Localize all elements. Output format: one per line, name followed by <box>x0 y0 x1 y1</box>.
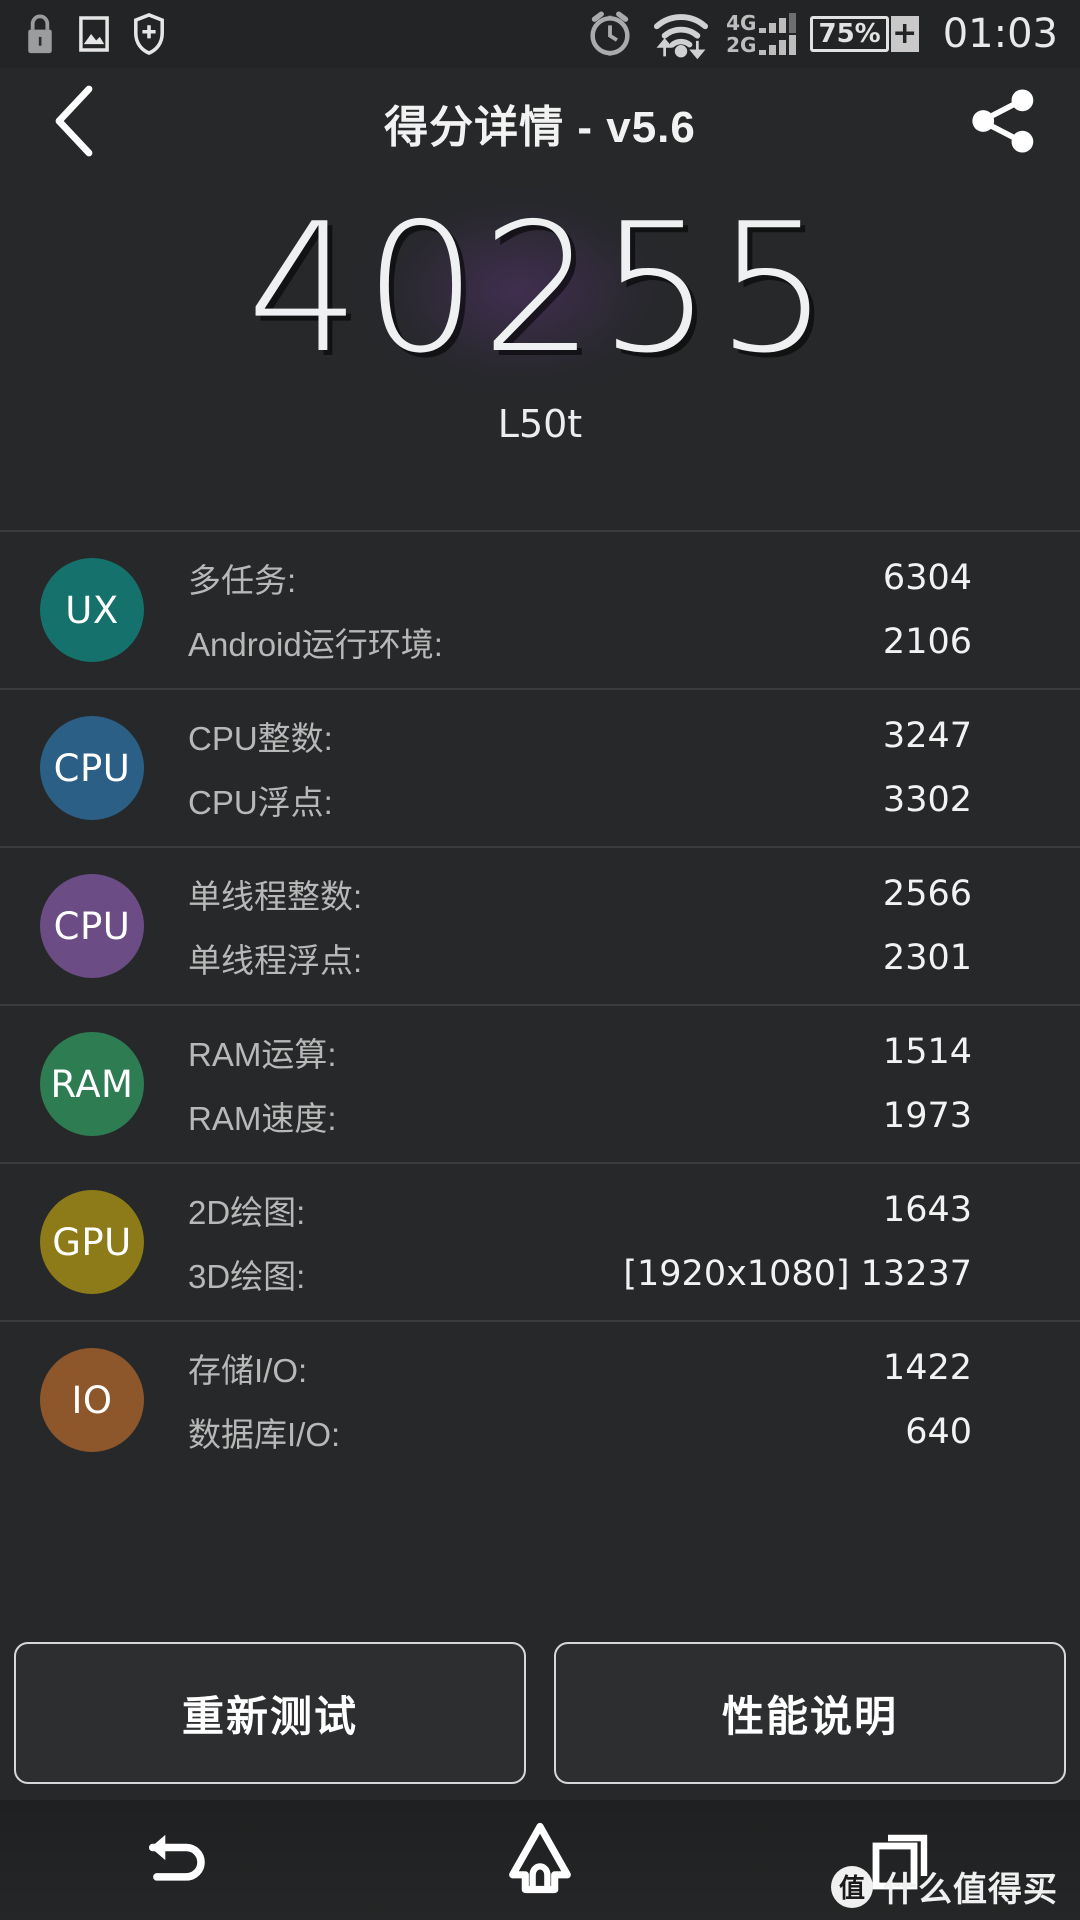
result-group-cpu-single[interactable]: CPU 单线程整数: 2566 单线程浮点: 2301 <box>0 846 1080 1004</box>
result-value: 640 <box>905 1412 972 1452</box>
watermark-text: 什么值得买 <box>883 1871 1058 1909</box>
result-label: Android运行环境: <box>188 626 443 663</box>
battery-charging-icon: + <box>890 16 919 52</box>
signal-row-4g: 4G <box>726 11 797 35</box>
image-icon <box>78 12 110 56</box>
nav-back-icon <box>138 1816 222 1905</box>
result-row: 2D绘图: 1643 <box>188 1178 1030 1242</box>
result-label: 数据库I/O: <box>188 1416 341 1453</box>
battery-indicator: 75% + <box>810 16 919 52</box>
result-label: CPU浮点: <box>188 784 333 821</box>
result-row: 3D绘图: [1920x1080] 13237 <box>188 1242 1030 1306</box>
result-group-ux[interactable]: UX 多任务: 6304 Android运行环境: 2106 <box>0 530 1080 688</box>
watermark-logo-icon: 值 <box>831 1865 873 1908</box>
share-nodes-icon <box>968 84 1042 163</box>
alarm-clock-icon <box>584 8 636 60</box>
group-badge-cpu-single: CPU <box>40 874 144 978</box>
result-value: 1422 <box>882 1348 972 1388</box>
result-label: RAM速度: <box>188 1100 337 1137</box>
retest-button[interactable]: 重新测试 <box>14 1642 526 1784</box>
result-value: 2566 <box>882 874 972 914</box>
performance-info-button[interactable]: 性能说明 <box>554 1642 1066 1784</box>
status-bar-left-icons <box>22 12 168 56</box>
group-rows: 多任务: 6304 Android运行环境: 2106 <box>188 546 1030 674</box>
nav-home-button[interactable] <box>360 1816 720 1905</box>
cellular-signal-icons: 4G 2G <box>726 11 797 57</box>
result-row: CPU整数: 3247 <box>188 704 1030 768</box>
result-group-ram[interactable]: RAM RAM运算: 1514 RAM速度: 1973 <box>0 1004 1080 1162</box>
result-label: 2D绘图: <box>188 1194 306 1231</box>
result-group-io[interactable]: IO 存储I/O: 1422 数据库I/O: 640 <box>0 1320 1080 1478</box>
result-group-cpu-multi[interactable]: CPU CPU整数: 3247 CPU浮点: 3302 <box>0 688 1080 846</box>
result-value: 1973 <box>882 1096 972 1136</box>
chevron-left-icon <box>45 81 105 166</box>
result-row: 单线程整数: 2566 <box>188 862 1030 926</box>
app-header: 得分详情 - v5.6 <box>0 68 1080 178</box>
result-label: 多任务: <box>188 562 297 599</box>
result-value: 1514 <box>882 1032 972 1072</box>
group-rows: 2D绘图: 1643 3D绘图: [1920x1080] 13237 <box>188 1178 1030 1306</box>
score-hero: 40255 L50t <box>0 178 1080 530</box>
group-rows: RAM运算: 1514 RAM速度: 1973 <box>188 1020 1030 1148</box>
group-rows: CPU整数: 3247 CPU浮点: 3302 <box>188 704 1030 832</box>
page-title: 得分详情 - v5.6 <box>384 103 696 152</box>
result-group-gpu[interactable]: GPU 2D绘图: 1643 3D绘图: [1920x1080] 13237 <box>0 1162 1080 1320</box>
result-row: RAM运算: 1514 <box>188 1020 1030 1084</box>
group-badge-cpu: CPU <box>40 716 144 820</box>
group-badge-io: IO <box>40 1348 144 1452</box>
group-badge-gpu: GPU <box>40 1190 144 1294</box>
network-type-label: 4G <box>726 11 757 35</box>
status-bar: 4G 2G 75% + 01:03 <box>0 0 1080 68</box>
nav-home-icon <box>498 1816 582 1905</box>
status-bar-right-icons: 4G 2G 75% + 01:03 <box>584 8 1058 60</box>
result-value: 3302 <box>882 780 972 820</box>
result-label: 3D绘图: <box>188 1258 306 1295</box>
shield-plus-icon <box>130 12 168 56</box>
result-label: 存储I/O: <box>188 1352 308 1389</box>
result-row: RAM速度: 1973 <box>188 1084 1030 1148</box>
watermark: 值 什么值得买 <box>831 1862 1058 1911</box>
battery-percent-label: 75% <box>810 16 889 52</box>
result-row: Android运行环境: 2106 <box>188 610 1030 674</box>
group-badge-ram: RAM <box>40 1032 144 1136</box>
result-label: 单线程整数: <box>188 878 363 915</box>
wifi-transfer-icon <box>650 8 712 60</box>
result-row: 多任务: 6304 <box>188 546 1030 610</box>
lock-icon <box>22 12 58 56</box>
benchmark-result-list: UX 多任务: 6304 Android运行环境: 2106 CPU CPU整数… <box>0 530 1080 1478</box>
result-row: 存储I/O: 1422 <box>188 1336 1030 1400</box>
result-label: CPU整数: <box>188 720 333 757</box>
signal-row-2g: 2G <box>726 33 797 57</box>
result-row: CPU浮点: 3302 <box>188 768 1030 832</box>
status-bar-clock: 01:03 <box>942 11 1058 57</box>
result-value: 3247 <box>882 716 972 756</box>
result-row: 单线程浮点: 2301 <box>188 926 1030 990</box>
result-label: 单线程浮点: <box>188 942 363 979</box>
back-button[interactable] <box>0 68 150 178</box>
device-name: L50t <box>497 402 583 446</box>
group-rows: 存储I/O: 1422 数据库I/O: 640 <box>188 1336 1030 1464</box>
share-button[interactable] <box>930 68 1080 178</box>
nav-back-button[interactable] <box>0 1816 360 1905</box>
action-button-bar: 重新测试 性能说明 <box>0 1642 1080 1784</box>
result-value: 1643 <box>882 1190 972 1230</box>
phone-screen: 4G 2G 75% + 01:03 得分详情 - v5.6 40255 L50t… <box>0 0 1080 1920</box>
group-rows: 单线程整数: 2566 单线程浮点: 2301 <box>188 862 1030 990</box>
result-value: 2106 <box>882 622 972 662</box>
group-badge-ux: UX <box>40 558 144 662</box>
result-row: 数据库I/O: 640 <box>188 1400 1030 1464</box>
result-value: 6304 <box>882 558 972 598</box>
result-value: [1920x1080] 13237 <box>623 1254 972 1294</box>
result-label: RAM运算: <box>188 1036 337 1073</box>
total-score: 40255 <box>246 185 834 392</box>
result-value: 2301 <box>882 938 972 978</box>
network-type-label: 2G <box>726 33 757 57</box>
